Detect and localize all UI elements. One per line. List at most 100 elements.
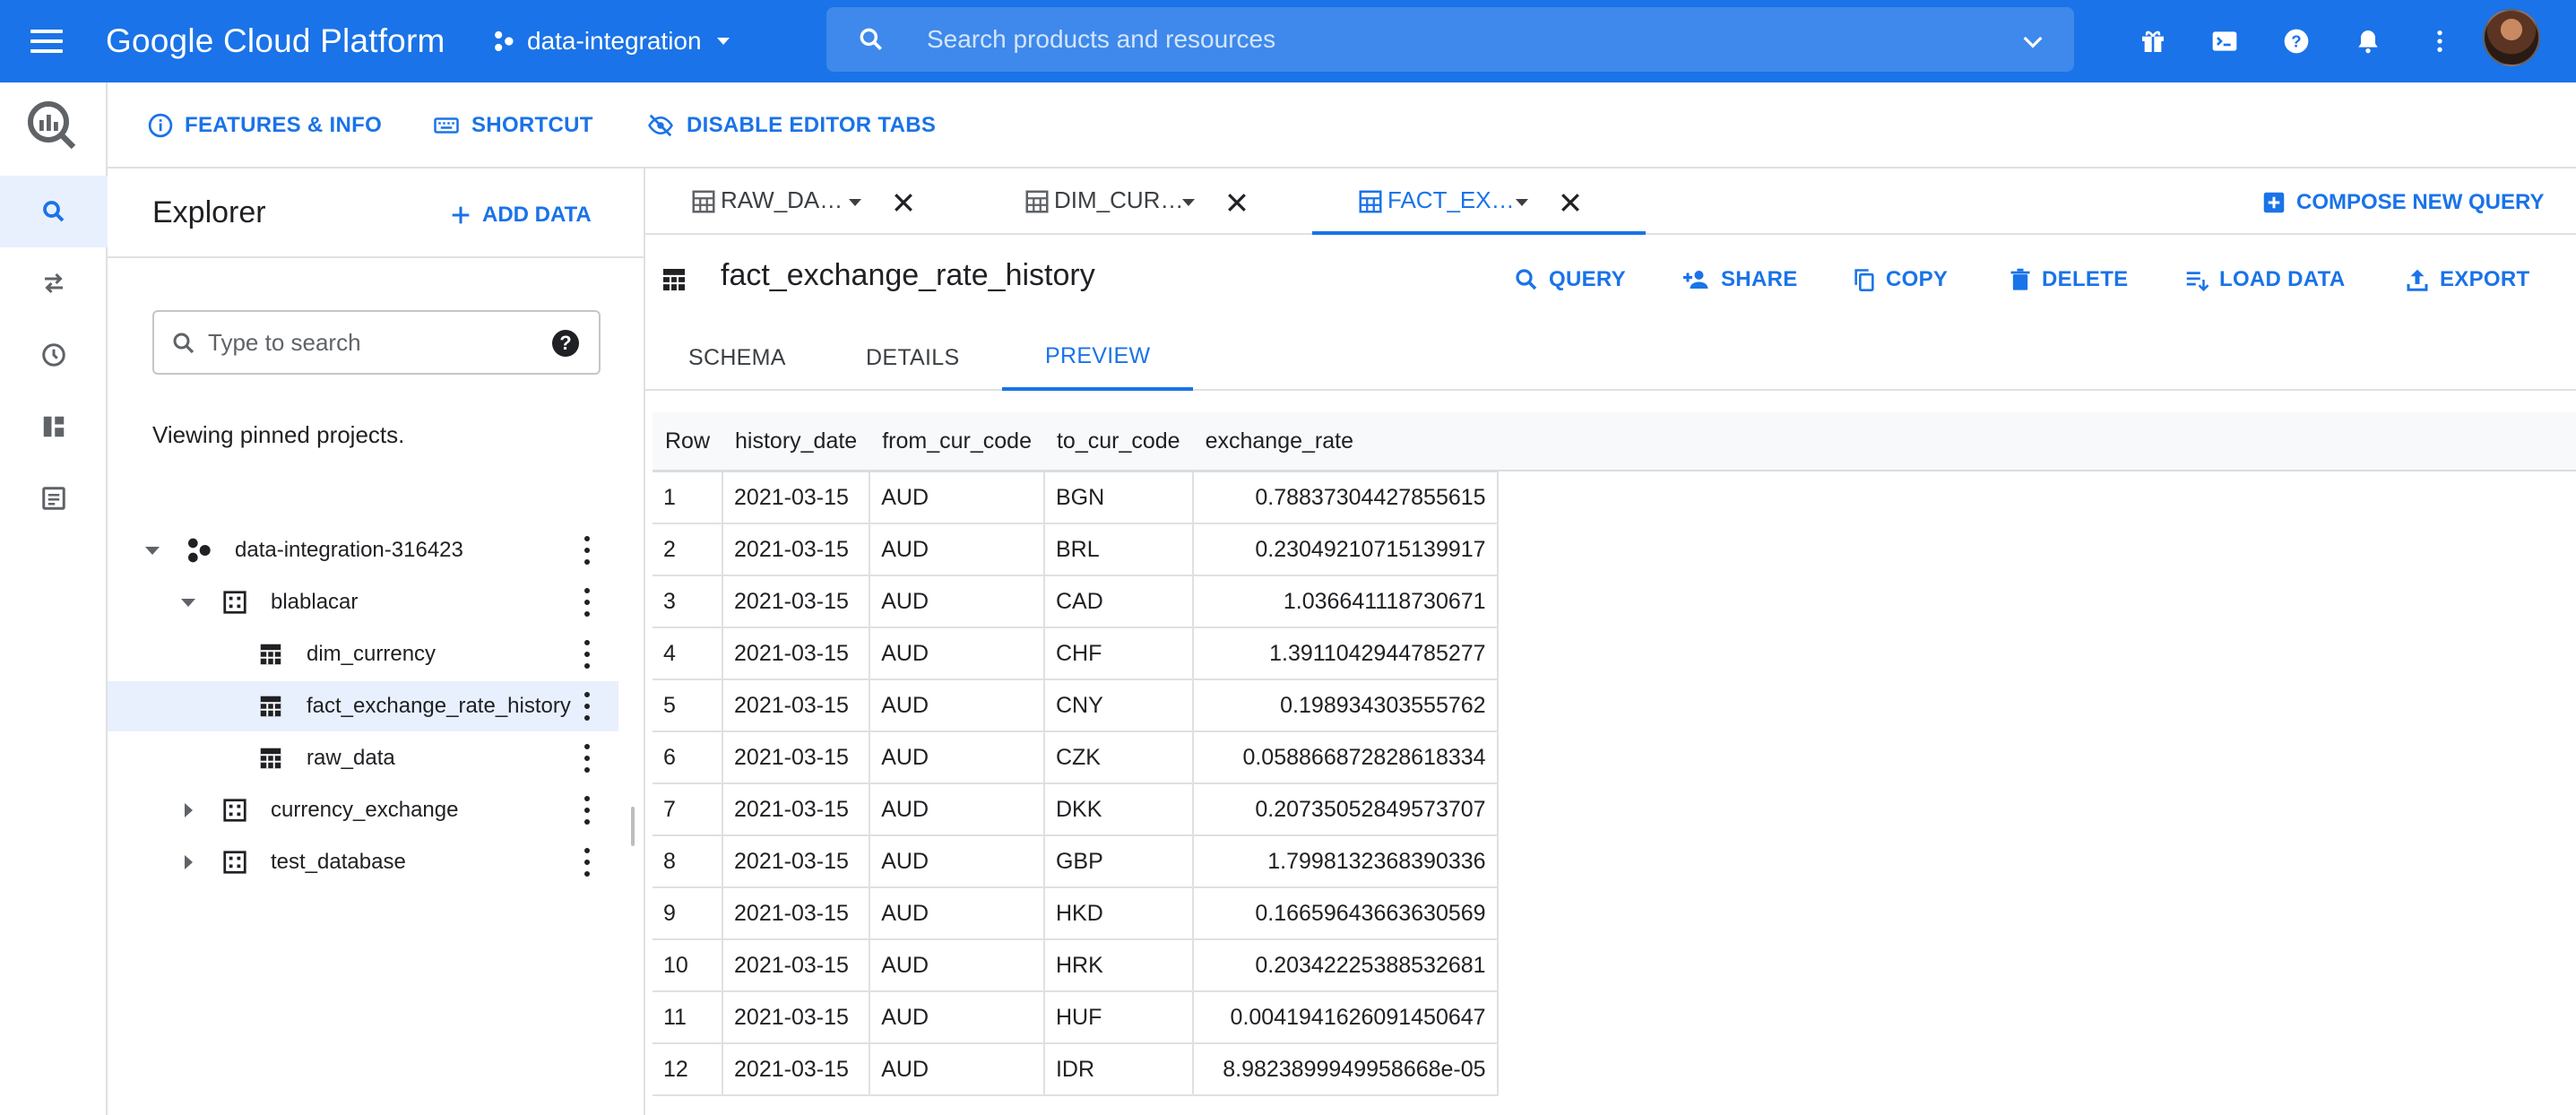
table-cell-to-cur-code[interactable]: HRK (1043, 939, 1194, 992)
more-vert-icon[interactable] (583, 848, 592, 877)
table-row[interactable]: 5 2021-03-15 AUD CNY 0.198934303555762 (653, 679, 1499, 732)
table-row[interactable]: 9 2021-03-15 AUD HKD 0.16659643663630569 (653, 887, 1499, 940)
gift-icon[interactable] (2131, 20, 2174, 63)
table-cell-from-cur-code[interactable]: AUD (869, 783, 1045, 836)
project-picker[interactable]: data-integration (491, 20, 734, 63)
avatar[interactable] (2483, 9, 2540, 66)
editor-tab-active[interactable]: FACT_EX… (1312, 169, 1646, 235)
more-vert-icon[interactable] (2418, 20, 2461, 63)
table-cell-row[interactable]: 4 (653, 627, 724, 680)
table-row[interactable]: 1 2021-03-15 AUD BGN 0.78837304427855615 (653, 471, 1499, 524)
table-cell-exchange-rate[interactable]: 0.198934303555762 (1192, 679, 1499, 732)
explorer-search-box[interactable]: ? (152, 310, 601, 375)
table-row[interactable]: 12 2021-03-15 AUD IDR 8.9823899949958668e-05 (653, 1043, 1499, 1096)
table-cell-history-date[interactable]: 2021-03-15 (722, 1043, 871, 1096)
table-cell-row[interactable]: 11 (653, 991, 724, 1044)
table-cell-to-cur-code[interactable]: CAD (1043, 575, 1194, 628)
more-vert-icon[interactable] (583, 536, 592, 565)
help-icon[interactable]: ? (2275, 20, 2318, 63)
table-cell-from-cur-code[interactable]: AUD (869, 1043, 1045, 1096)
close-icon[interactable] (1554, 186, 1586, 219)
table-cell-to-cur-code[interactable]: GBP (1043, 835, 1194, 888)
expand-arrow-right-icon[interactable] (176, 798, 201, 823)
expand-arrow-right-icon[interactable] (176, 850, 201, 875)
table-row[interactable]: 3 2021-03-15 AUD CAD 1.036641118730671 (653, 575, 1499, 628)
table-cell-to-cur-code[interactable]: CHF (1043, 627, 1194, 680)
tab-details[interactable]: DETAILS (823, 324, 1002, 391)
table-cell-to-cur-code[interactable]: BRL (1043, 523, 1194, 576)
copy-button[interactable]: COPY (1852, 262, 1948, 298)
column-header-exchange-rate[interactable]: exchange_rate (1192, 412, 1498, 472)
export-button[interactable]: EXPORT (2404, 262, 2529, 298)
table-cell-exchange-rate[interactable]: 0.058866872828618334 (1192, 731, 1499, 784)
table-row[interactable]: 7 2021-03-15 AUD DKK 0.20735052849573707 (653, 783, 1499, 836)
table-cell-to-cur-code[interactable]: CZK (1043, 731, 1194, 784)
help-icon[interactable]: ? (552, 330, 579, 357)
table-cell-row[interactable]: 3 (653, 575, 724, 628)
table-cell-from-cur-code[interactable]: AUD (869, 887, 1045, 940)
table-row[interactable]: 4 2021-03-15 AUD CHF 1.3911042944785277 (653, 627, 1499, 680)
editor-tab[interactable]: DIM_CUR… (979, 169, 1312, 235)
table-cell-exchange-rate[interactable]: 1.3911042944785277 (1192, 627, 1499, 680)
rail-search-button[interactable] (0, 176, 108, 247)
table-row[interactable]: 6 2021-03-15 AUD CZK 0.058866872828618334 (653, 731, 1499, 784)
compose-new-query-button[interactable]: COMPOSE NEW QUERY (2260, 185, 2544, 220)
table-cell-row[interactable]: 1 (653, 471, 724, 524)
table-cell-history-date[interactable]: 2021-03-15 (722, 783, 871, 836)
add-data-button[interactable]: ADD DATA (448, 195, 592, 235)
tree-item-table[interactable]: raw_data (108, 733, 618, 783)
table-cell-history-date[interactable]: 2021-03-15 (722, 627, 871, 680)
editor-tab[interactable]: RAW_DA… (645, 169, 979, 235)
table-cell-row[interactable]: 5 (653, 679, 724, 732)
table-cell-from-cur-code[interactable]: AUD (869, 679, 1045, 732)
tree-item-dataset[interactable]: test_database (108, 837, 618, 887)
table-row[interactable]: 2 2021-03-15 AUD BRL 0.23049210715139917 (653, 523, 1499, 576)
table-cell-from-cur-code[interactable]: AUD (869, 991, 1045, 1044)
table-cell-to-cur-code[interactable]: HKD (1043, 887, 1194, 940)
table-cell-from-cur-code[interactable]: AUD (869, 939, 1045, 992)
table-cell-from-cur-code[interactable]: AUD (869, 627, 1045, 680)
table-cell-from-cur-code[interactable]: AUD (869, 575, 1045, 628)
table-cell-history-date[interactable]: 2021-03-15 (722, 887, 871, 940)
rail-transfers-button[interactable] (0, 247, 108, 319)
cloud-shell-icon[interactable] (2203, 20, 2246, 63)
column-header-history-date[interactable]: history_date (722, 412, 870, 472)
column-header-from-cur-code[interactable]: from_cur_code (869, 412, 1044, 472)
table-cell-exchange-rate[interactable]: 1.036641118730671 (1192, 575, 1499, 628)
main-menu-button[interactable] (20, 14, 73, 68)
rail-reservations-button[interactable] (0, 391, 108, 462)
column-header-row[interactable]: Row (653, 412, 723, 472)
table-cell-from-cur-code[interactable]: AUD (869, 523, 1045, 576)
table-row[interactable]: 8 2021-03-15 AUD GBP 1.7998132368390336 (653, 835, 1499, 888)
expand-arrow-down-icon[interactable] (176, 590, 201, 615)
expand-arrow-down-icon[interactable] (140, 538, 165, 563)
tab-preview[interactable]: PREVIEW (1002, 324, 1194, 391)
notifications-icon[interactable] (2347, 20, 2390, 63)
table-cell-to-cur-code[interactable]: BGN (1043, 471, 1194, 524)
table-cell-exchange-rate[interactable]: 0.0041941626091450647 (1192, 991, 1499, 1044)
brand-title[interactable]: Google Cloud Platform (106, 16, 445, 66)
table-cell-history-date[interactable]: 2021-03-15 (722, 471, 871, 524)
delete-button[interactable]: DELETE (2008, 262, 2128, 298)
tree-item-dataset[interactable]: currency_exchange (108, 785, 618, 835)
rail-scheduled-queries-button[interactable] (0, 319, 108, 391)
table-cell-from-cur-code[interactable]: AUD (869, 835, 1045, 888)
tree-item-table-selected[interactable]: fact_exchange_rate_history (108, 681, 618, 731)
table-cell-row[interactable]: 7 (653, 783, 724, 836)
table-cell-from-cur-code[interactable]: AUD (869, 731, 1045, 784)
panel-resize-handle[interactable] (631, 807, 635, 846)
table-cell-to-cur-code[interactable]: DKK (1043, 783, 1194, 836)
load-data-button[interactable]: LOAD DATA (2183, 262, 2345, 298)
table-row[interactable]: 10 2021-03-15 AUD HRK 0.20342225388532681 (653, 939, 1499, 992)
tree-item-project[interactable]: data-integration-316423 (108, 525, 618, 575)
more-vert-icon[interactable] (583, 692, 592, 721)
table-cell-row[interactable]: 6 (653, 731, 724, 784)
table-cell-to-cur-code[interactable]: HUF (1043, 991, 1194, 1044)
product-search-bar[interactable] (826, 7, 2074, 72)
table-cell-history-date[interactable]: 2021-03-15 (722, 991, 871, 1044)
table-row[interactable]: 11 2021-03-15 AUD HUF 0.0041941626091450647 (653, 991, 1499, 1044)
close-icon[interactable] (887, 186, 920, 219)
more-vert-icon[interactable] (583, 588, 592, 617)
table-cell-row[interactable]: 10 (653, 939, 724, 992)
column-header-to-cur-code[interactable]: to_cur_code (1043, 412, 1193, 472)
